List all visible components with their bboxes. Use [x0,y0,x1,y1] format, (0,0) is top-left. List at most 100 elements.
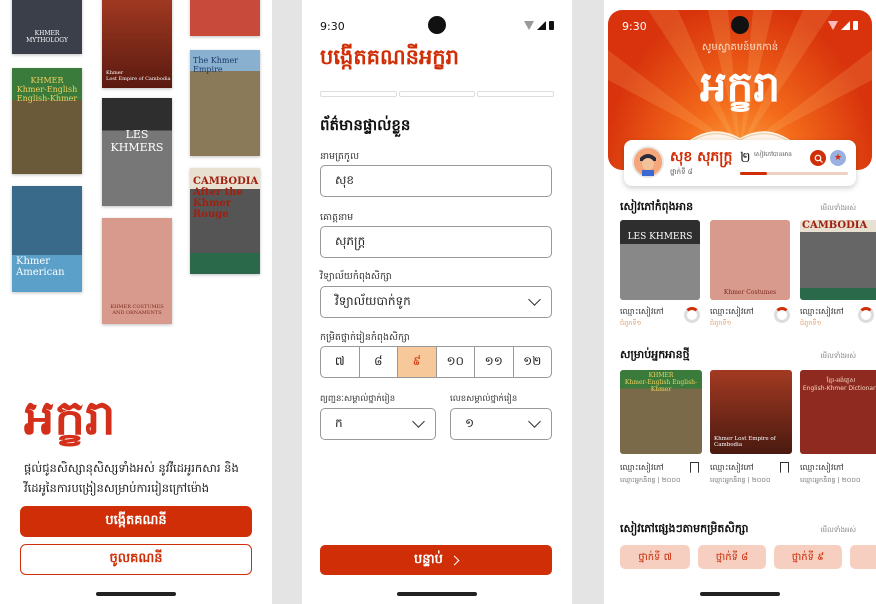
book-author-year: ឈ្មោះអ្នកនិពន្ធ | ២០០០ [620,476,681,484]
progress-ring [684,307,700,323]
app-description: ផ្តល់ជូនសិស្សានុសិស្សទាំងអស់ នូវវីដេអូរក… [24,461,239,495]
recommended-book-card[interactable]: ខ្មែរ-អង់គ្លេស English-Khmer Dictionary … [800,370,876,500]
status-icons [524,21,554,30]
book-cover-title: CAMBODIA [802,220,868,231]
last-name-value: សុខ [335,173,355,187]
class-number-select[interactable]: ១ [450,408,552,440]
grade-option-11[interactable]: ១១ [475,347,514,377]
class-number-label: លេខសម្គាល់ថ្នាក់រៀន [450,394,518,404]
progress-ring [858,307,874,323]
app-logo: អក្ខរា [24,390,116,446]
reading-book-card[interactable]: Khmer Costumes ឈ្មោះសៀវភៅ ជំពូកទី១ [710,220,790,330]
book-cover-title: Khmer Lost Empire of Cambodia [714,436,776,448]
section-title: ព័ត៌មានផ្ទាល់ខ្លួន [320,116,411,134]
book-cover-khmer-american: Khmer American [12,186,82,292]
book-cover: Khmer Costumes [710,220,790,300]
progress-ring [774,307,790,323]
book-name: ឈ្មោះសៀវភៅ [800,307,844,316]
book-cover-cambodia: CAMBODIA After the Khmer Rouge [190,168,260,274]
book-cover: CAMBODIA [800,220,876,300]
next-button[interactable]: បន្ទាប់ [320,545,552,575]
grade-pill-9[interactable]: ថ្នាក់ទី ៩ [774,545,842,569]
by-grade-see-all-link[interactable]: មើលទាំងអស់ [820,526,856,536]
last-name-field[interactable]: សុខ [320,165,552,197]
reading-book-card[interactable]: CAMBODIA ឈ្មោះសៀវភៅ ជំពូកទី១ [800,220,876,330]
bookmark-icon[interactable] [780,462,789,473]
grade-pill-7[interactable]: ថ្នាក់ទី ៧ [620,545,690,569]
favorites-button[interactable]: ★ [830,150,846,166]
status-bar: 9:30 [622,16,858,36]
grade-selector: ៧ ៨ ៩ ១០ ១១ ១២ [320,346,552,378]
home-indicator [397,592,477,596]
camera-cutout [731,16,749,34]
grade-option-7[interactable]: ៧ [321,347,360,377]
book-name: ឈ្មោះសៀវភៅ [620,463,664,472]
chevron-right-icon [449,555,460,565]
recommended-book-card[interactable]: Khmer Lost Empire of Cambodia ឈ្មោះសៀវភៅ… [710,370,792,500]
home-indicator [700,592,780,596]
book-cover: Khmer Lost Empire of Cambodia [710,370,792,454]
create-account-button[interactable]: បង្កើតគណនី [20,506,252,537]
grade-option-12[interactable]: ១២ [514,347,552,377]
wifi-icon [828,21,838,30]
cellular-icon [841,21,850,30]
book-name: ឈ្មោះសៀវភៅ [620,307,664,316]
book-cover-lost-empire: Khmer Lost Empire of Cambodia [102,0,172,88]
avatar[interactable] [632,146,664,178]
step-progress [320,91,555,97]
grade-option-9-selected[interactable]: ៩ [398,347,437,377]
grade-pill-next[interactable] [850,545,876,569]
next-button-label: បន្ទាប់ [414,551,443,567]
home-screen: សូមស្វាគមន៍មកកាន់ អក្ខរា 9:30 សុខ សុភក្ត… [604,0,876,604]
class-letter-select[interactable]: ក [320,408,436,440]
book-chapter: ជំពូកទី១ [800,319,822,327]
book-cover-khmer-dictionary: KHMER Khmer-English English-Khmer [12,68,82,174]
book-cover-title: KHMER Khmer-English English-Khmer [624,372,698,393]
chevron-down-icon [412,415,425,428]
class-letter-value: ក [335,416,343,430]
bookmark-icon[interactable] [690,462,699,473]
grade-option-10[interactable]: ១០ [437,347,475,377]
battery-icon [549,21,554,30]
book-cover: ខ្មែរ-អង់គ្លេស English-Khmer Dictionary [800,370,876,454]
reading-see-all-link[interactable]: មើលទាំងអស់ [820,204,856,214]
user-card[interactable]: សុខ សុភក្ត្រ ថ្នាក់ទី ៨ ២ សៀវភៅបានអាន ★ [624,140,856,186]
recommended-section-title: សម្រាប់អ្នកអានថ្មី [620,348,690,361]
grade-pill-8[interactable]: ថ្នាក់ទី ៨ [698,545,766,569]
book-cover-les-khmers: LES KHMERS [102,98,172,206]
login-button[interactable]: ចូលគណនី [20,544,252,575]
book-author-year: ឈ្មោះអ្នកនិពន្ធ | ២០០០ [710,476,771,484]
first-name-label: គោត្តនាម [320,212,354,223]
class-number-value: ១ [465,416,475,430]
reading-book-card[interactable]: LES KHMERS ឈ្មោះសៀវភៅ ជំពូកទី១ [620,220,700,330]
book-chapter: ជំពូកទី១ [620,319,642,327]
school-value: វិទ្យាល័យបាក់ទូក [335,294,411,308]
school-select[interactable]: វិទ្យាល័យបាក់ទូក [320,286,552,318]
book-name: ឈ្មោះសៀវភៅ [710,307,754,316]
book-name: ឈ្មោះសៀវភៅ [710,463,754,472]
user-grade: ថ្នាក់ទី ៨ [670,168,693,176]
recommended-book-card[interactable]: KHMER Khmer-English English-Khmer ឈ្មោះស… [620,370,702,500]
first-name-field[interactable]: សុភក្ត្រ [320,226,552,258]
status-time: 9:30 [622,20,647,33]
class-letter-label: ព្យញ្ជនៈសម្គាល់ថ្នាក់រៀន [320,394,396,404]
reading-section-title: សៀវភៅកំពុងអាន [620,200,694,213]
search-button[interactable] [810,150,826,166]
register-screen: 9:30 បង្កើតគណនីអក្ខរា ព័ត៌មានផ្ទាល់ខ្លួន… [302,0,572,604]
school-label: វិទ្យាល័យកំពុងសិក្សា [320,271,392,282]
book-author-year: ឈ្មោះអ្នកនិពន្ធ | ២០០០ [800,476,861,484]
reading-progress-bar [740,172,848,175]
cellular-icon [537,21,546,30]
user-illustration-icon [634,148,662,176]
book-cover: KHMER Khmer-English English-Khmer [620,370,702,454]
home-indicator [96,592,176,596]
star-icon: ★ [833,153,843,163]
recommended-see-all-link[interactable]: មើលទាំងអស់ [820,352,856,362]
status-time: 9:30 [320,20,345,33]
progress-step [398,91,476,97]
progress-step [477,91,555,97]
battery-icon [853,21,858,30]
grade-option-8[interactable]: ៨ [360,347,398,377]
camera-cutout [428,16,446,34]
book-cover-top-right [190,0,260,36]
